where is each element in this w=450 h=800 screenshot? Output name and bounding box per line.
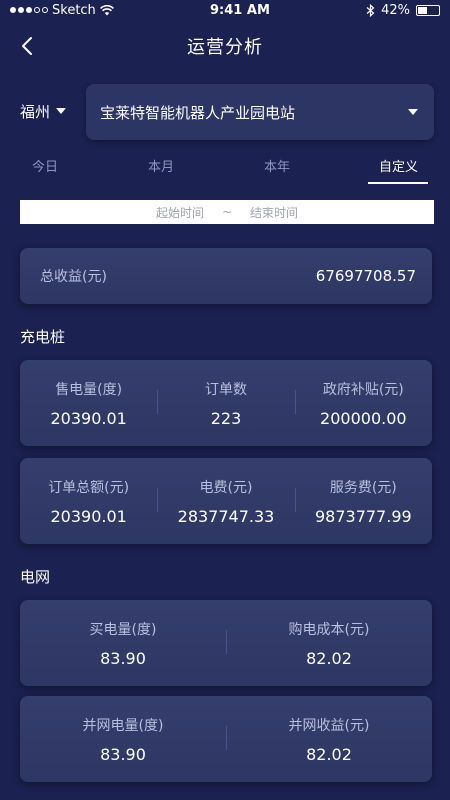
stat-item: 买电量(度) 83.90 <box>20 600 226 686</box>
stat-value: 82.02 <box>306 744 352 764</box>
stat-label: 订单数 <box>204 381 247 398</box>
status-bar: Sketch 9:41 AM 42% <box>0 0 450 20</box>
status-right: 42% <box>366 3 440 18</box>
stat-label: 政府补贴(元) <box>322 381 404 398</box>
station-selector[interactable]: 宝莱特智能机器人产业园电站 <box>86 84 434 140</box>
back-chevron-icon[interactable] <box>14 32 42 60</box>
battery-icon <box>415 4 440 16</box>
stat-value: 20390.01 <box>50 506 127 526</box>
stat-item: 服务费(元) 9873777.99 <box>294 458 432 544</box>
stat-label: 服务费(元) <box>329 479 397 496</box>
stat-item: 电费(元) 2837747.33 <box>157 458 294 544</box>
bluetooth-icon <box>366 3 375 17</box>
stat-value: 9873777.99 <box>314 506 412 526</box>
start-date-input[interactable]: 起始时间 <box>156 204 204 221</box>
city-label: 福州 <box>20 102 51 121</box>
section-title-grid: 电网 <box>20 568 51 586</box>
grid-stats-card-2: 并网电量(度) 83.90 并网收益(元) 82.02 <box>20 696 432 782</box>
period-tabs: 今日 本月 本年 自定义 <box>0 156 450 186</box>
page-title: 运营分析 <box>187 37 263 58</box>
stat-item: 并网电量(度) 83.90 <box>20 696 226 782</box>
stat-value: 20390.01 <box>50 408 127 428</box>
battery-percent: 42% <box>381 2 410 18</box>
stat-value: 83.90 <box>100 744 146 764</box>
stat-label: 售电量(度) <box>55 381 123 398</box>
status-time: 9:41 AM <box>210 2 270 18</box>
stat-item: 售电量(度) 20390.01 <box>20 360 157 446</box>
city-selector[interactable]: 福州 <box>20 96 67 126</box>
stat-value: 223 <box>210 408 242 428</box>
date-range-field[interactable]: 起始时间 ~ 结束时间 <box>20 200 434 224</box>
total-revenue-value: 67697708.57 <box>315 267 416 285</box>
signal-icon <box>10 7 48 13</box>
stat-item: 购电成本(元) 82.02 <box>226 600 432 686</box>
active-tab-indicator <box>368 182 428 184</box>
stat-value: 82.02 <box>306 648 352 668</box>
grid-stats-card-1: 买电量(度) 83.90 购电成本(元) 82.02 <box>20 600 432 686</box>
stat-label: 并网收益(元) <box>288 717 370 734</box>
stat-item: 订单数 223 <box>157 360 294 446</box>
carrier-label: Sketch <box>52 2 96 18</box>
charging-stats-card-1: 售电量(度) 20390.01 订单数 223 政府补贴(元) 200000.0… <box>20 360 432 446</box>
stat-value: 200000.00 <box>320 408 407 428</box>
total-revenue-label: 总收益(元) <box>40 269 107 285</box>
tab-today[interactable]: 今日 <box>32 156 58 175</box>
tab-custom[interactable]: 自定义 <box>379 156 418 175</box>
wifi-icon <box>99 4 114 15</box>
nav-bar: 运营分析 <box>0 24 450 68</box>
end-date-input[interactable]: 结束时间 <box>250 204 298 221</box>
stat-label: 并网电量(度) <box>82 717 164 734</box>
section-title-charging: 充电桩 <box>20 328 66 346</box>
stat-label: 电费(元) <box>199 479 253 496</box>
stat-label: 购电成本(元) <box>288 621 370 638</box>
status-left: Sketch <box>10 3 114 18</box>
date-separator: ~ <box>221 205 233 219</box>
stat-label: 订单总额(元) <box>48 479 130 496</box>
caret-down-icon <box>408 109 418 115</box>
charging-stats-card-2: 订单总额(元) 20390.01 电费(元) 2837747.33 服务费(元)… <box>20 458 432 544</box>
stat-item: 政府补贴(元) 200000.00 <box>294 360 432 446</box>
stat-item: 并网收益(元) 82.02 <box>226 696 432 782</box>
stat-item: 订单总额(元) 20390.01 <box>20 458 157 544</box>
stat-value: 2837747.33 <box>177 506 275 526</box>
station-label: 宝莱特智能机器人产业园电站 <box>100 103 296 122</box>
tab-year[interactable]: 本年 <box>264 156 290 175</box>
caret-down-icon <box>56 108 67 114</box>
tab-month[interactable]: 本月 <box>148 156 174 175</box>
stat-label: 买电量(度) <box>89 621 157 638</box>
total-revenue-card: 总收益(元) 67697708.57 <box>20 248 432 304</box>
stat-value: 83.90 <box>100 648 146 668</box>
